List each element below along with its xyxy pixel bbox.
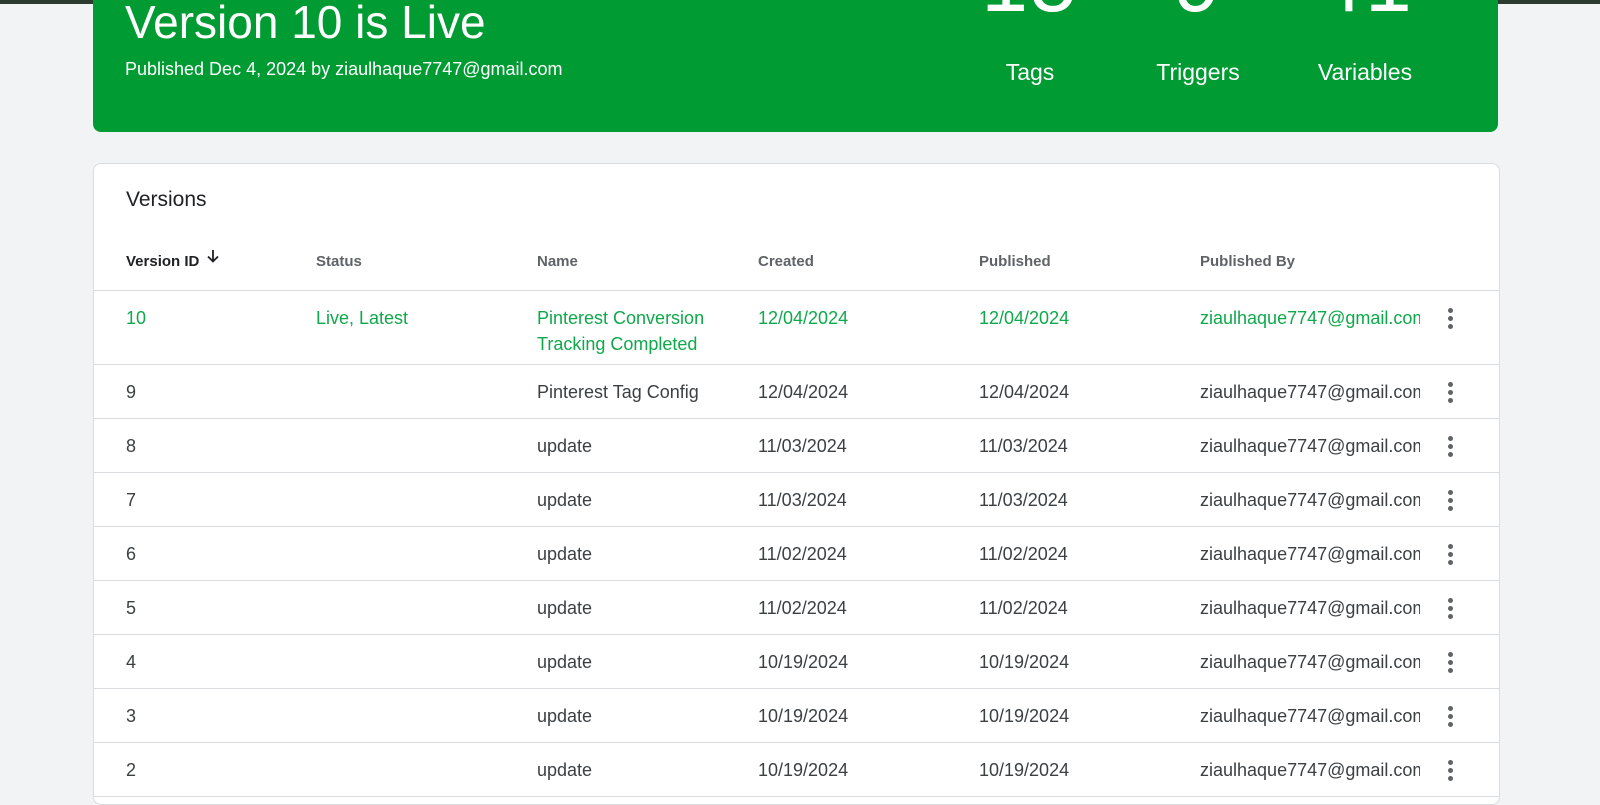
version-published: 11/02/2024: [979, 598, 1068, 618]
stat-triggers-label: Triggers: [1156, 59, 1240, 85]
column-header-created[interactable]: Created: [758, 246, 814, 290]
versions-title: Versions: [126, 188, 207, 211]
version-published-by: ziaulhaque7747@gmail.com: [1200, 436, 1420, 456]
version-published-by: ziaulhaque7747@gmail.com: [1200, 544, 1420, 564]
table-row[interactable]: 9 Pinterest Tag Config 12/04/2024 12/04/…: [94, 365, 1499, 419]
version-id: 6: [126, 544, 137, 564]
version-created: 10/19/2024: [758, 760, 849, 780]
versions-table-body: 10 Live, Latest Pinterest Conversion Tra…: [94, 291, 1499, 797]
more-vert-icon[interactable]: [1438, 433, 1462, 459]
version-name: update: [537, 598, 593, 618]
version-created: 12/04/2024: [758, 308, 849, 328]
stat-tags-label: Tags: [1005, 59, 1055, 85]
table-row[interactable]: 4 update 10/19/2024 10/19/2024 ziaulhaqu…: [94, 635, 1499, 689]
more-vert-icon[interactable]: [1438, 703, 1462, 729]
table-row[interactable]: 5 update 11/02/2024 11/02/2024 ziaulhaqu…: [94, 581, 1499, 635]
column-header-published-by[interactable]: Published By: [1200, 246, 1295, 290]
live-version-subtitle: Published Dec 4, 2024 by ziaulhaque7747@…: [125, 59, 563, 79]
version-created: 11/02/2024: [758, 598, 847, 618]
version-id: 3: [126, 706, 137, 726]
version-published-by: ziaulhaque7747@gmail.com: [1200, 706, 1420, 726]
table-row[interactable]: 7 update 11/03/2024 11/03/2024 ziaulhaqu…: [94, 473, 1499, 527]
column-header-version-id[interactable]: Version ID: [126, 246, 221, 290]
version-published-by: ziaulhaque7747@gmail.com: [1200, 760, 1420, 780]
version-published: 10/19/2024: [979, 760, 1070, 780]
table-row[interactable]: 10 Live, Latest Pinterest Conversion Tra…: [94, 291, 1499, 365]
version-published: 11/02/2024: [979, 544, 1068, 564]
version-published-by: ziaulhaque7747@gmail.com: [1200, 382, 1420, 402]
version-created: 11/03/2024: [758, 436, 847, 456]
version-name: update: [537, 544, 593, 564]
stat-tags-count: 15: [955, 0, 1105, 24]
version-published-by: ziaulhaque7747@gmail.com: [1200, 308, 1420, 328]
live-version-banner: Version 10 is Live Published Dec 4, 2024…: [93, 0, 1498, 132]
stat-variables-count: 41: [1290, 0, 1440, 24]
more-vert-icon[interactable]: [1438, 541, 1462, 567]
version-published: 10/19/2024: [979, 652, 1070, 672]
versions-table-header: Version ID Status Name Created Published…: [94, 246, 1499, 291]
version-id: 7: [126, 490, 137, 510]
version-id: 4: [126, 652, 137, 672]
version-created: 10/19/2024: [758, 652, 849, 672]
table-row[interactable]: 3 update 10/19/2024 10/19/2024 ziaulhaqu…: [94, 689, 1499, 743]
version-published: 11/03/2024: [979, 490, 1068, 510]
version-name: update: [537, 706, 593, 726]
versions-card: Versions Version ID Status Name Created …: [93, 163, 1500, 805]
version-created: 11/03/2024: [758, 490, 847, 510]
more-vert-icon[interactable]: [1438, 305, 1462, 331]
table-row[interactable]: 2 update 10/19/2024 10/19/2024 ziaulhaqu…: [94, 743, 1499, 797]
stat-variables-label: Variables: [1317, 59, 1413, 85]
version-created: 12/04/2024: [758, 382, 849, 402]
version-published-by: ziaulhaque7747@gmail.com: [1200, 652, 1420, 672]
more-vert-icon[interactable]: [1438, 379, 1462, 405]
version-published: 10/19/2024: [979, 706, 1070, 726]
version-name: update: [537, 490, 593, 510]
version-published: 12/04/2024: [979, 308, 1070, 328]
more-vert-icon[interactable]: [1438, 487, 1462, 513]
version-id: 8: [126, 436, 137, 456]
version-status: Live, Latest: [316, 308, 409, 328]
version-published: 11/03/2024: [979, 436, 1068, 456]
version-created: 11/02/2024: [758, 544, 847, 564]
arrow-down-icon: [205, 244, 221, 276]
more-vert-icon[interactable]: [1438, 649, 1462, 675]
more-vert-icon[interactable]: [1438, 757, 1462, 783]
version-published-by: ziaulhaque7747@gmail.com: [1200, 490, 1420, 510]
more-vert-icon[interactable]: [1438, 595, 1462, 621]
version-id: 10: [126, 308, 147, 328]
column-header-name[interactable]: Name: [537, 246, 578, 290]
version-published-by: ziaulhaque7747@gmail.com: [1200, 598, 1420, 618]
version-name: update: [537, 652, 593, 672]
stat-triggers-count: 9: [1123, 0, 1273, 24]
live-version-title: Version 10 is Live: [125, 0, 486, 48]
version-id: 5: [126, 598, 137, 618]
version-name: update: [537, 760, 593, 780]
version-published: 12/04/2024: [979, 382, 1070, 402]
column-header-status[interactable]: Status: [316, 246, 362, 290]
version-name: update: [537, 436, 593, 456]
column-header-version-id-label: Version ID: [126, 253, 200, 270]
table-row[interactable]: 8 update 11/03/2024 11/03/2024 ziaulhaqu…: [94, 419, 1499, 473]
version-name: Pinterest Tag Config: [537, 382, 699, 402]
table-row[interactable]: 6 update 11/02/2024 11/02/2024 ziaulhaqu…: [94, 527, 1499, 581]
version-id: 9: [126, 382, 137, 402]
column-header-published[interactable]: Published: [979, 246, 1051, 290]
version-created: 10/19/2024: [758, 706, 849, 726]
version-name: Pinterest Conversion Tracking Completed: [537, 308, 705, 354]
version-id: 2: [126, 760, 137, 780]
